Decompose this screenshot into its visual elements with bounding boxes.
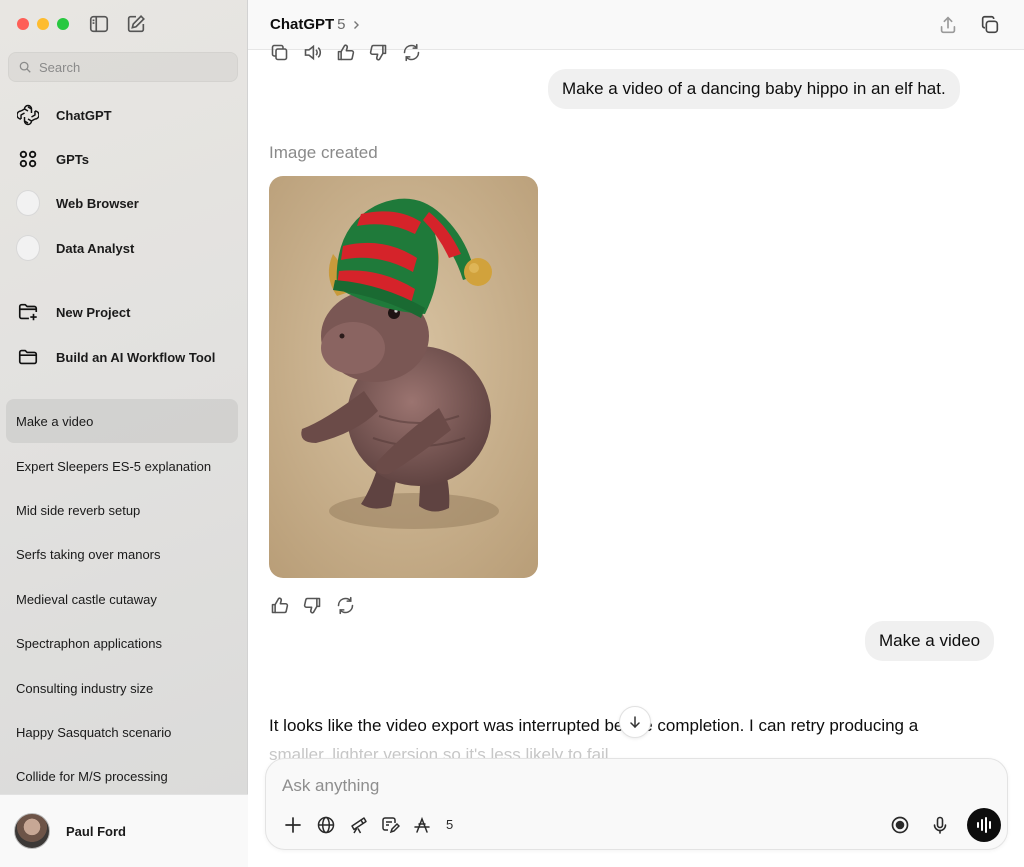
sidebar-item-label: Data Analyst (56, 241, 134, 256)
sidebar-item-gpts[interactable]: GPTs (6, 139, 238, 179)
zoom-window-button[interactable] (57, 18, 69, 30)
tool-count: 5 (446, 817, 453, 832)
read-aloud-icon[interactable] (302, 42, 323, 63)
chat-item[interactable]: Spectraphon applications (6, 621, 238, 665)
chat-item[interactable]: Mid side reverb setup (6, 488, 238, 532)
model-version: 5 (337, 16, 345, 33)
regenerate-icon[interactable] (401, 42, 422, 63)
chat-item[interactable]: Expert Sleepers ES-5 explanation (6, 444, 238, 488)
folder-plus-icon (16, 300, 40, 324)
message-actions-image (269, 595, 356, 616)
baby-hippo-elf-image (269, 176, 538, 578)
chat-item-active[interactable]: Make a video (6, 399, 238, 443)
sidebar-item-new-project[interactable]: New Project (6, 292, 238, 332)
composer: 5 (265, 758, 1008, 850)
sidebar-toggle-icon[interactable] (88, 13, 110, 35)
sidebar-item-label: GPTs (56, 152, 89, 167)
add-attachment-icon[interactable] (282, 814, 304, 836)
openai-logo-icon (16, 103, 40, 127)
window-controls (17, 18, 69, 30)
chat-item[interactable]: Happy Sasquatch scenario (6, 710, 238, 754)
new-chat-icon[interactable] (125, 13, 147, 35)
sidebar-item-chatgpt[interactable]: ChatGPT (6, 95, 238, 135)
chat-main: ChatGPT 5 Make a video of a dancing baby… (248, 0, 1024, 867)
avatar (14, 813, 50, 849)
sidebar-item-label: New Project (56, 305, 130, 320)
microphone-icon[interactable] (929, 814, 951, 836)
message-input[interactable] (282, 773, 932, 799)
generated-image[interactable] (269, 176, 538, 578)
app-window: Search ChatGPT GPTs Web Browser D (0, 0, 1024, 867)
sidebar-item-label: Build an AI Workflow Tool (56, 350, 215, 365)
user-message: Make a video of a dancing baby hippo in … (548, 69, 960, 109)
sidebar-item-label: ChatGPT (56, 108, 112, 123)
record-icon[interactable] (889, 814, 911, 836)
chat-item[interactable]: Medieval castle cutaway (6, 577, 238, 621)
thumbs-up-icon[interactable] (269, 595, 290, 616)
gpt-avatar-icon (16, 236, 40, 260)
user-message: Make a video (865, 621, 994, 661)
new-window-icon[interactable] (979, 14, 1001, 36)
search-icon (18, 60, 32, 74)
sidebar-item-label: Web Browser (56, 196, 139, 211)
gpt-avatar-icon (16, 191, 40, 215)
scroll-to-bottom-button[interactable] (619, 706, 651, 738)
thumbs-down-icon[interactable] (302, 595, 323, 616)
canvas-icon[interactable] (379, 814, 401, 836)
sidebar-item-project[interactable]: Build an AI Workflow Tool (6, 337, 238, 377)
image-created-label: Image created (269, 143, 378, 163)
message-actions-previous (269, 42, 422, 63)
chat-item[interactable]: Consulting industry size (6, 666, 238, 710)
model-name: ChatGPT (270, 16, 334, 33)
chat-item[interactable]: Collide for M/S processing (6, 754, 238, 798)
folder-icon (16, 345, 40, 369)
voice-mode-button[interactable] (967, 808, 1001, 842)
close-window-button[interactable] (17, 18, 29, 30)
sidebar-item-data-analyst[interactable]: Data Analyst (6, 228, 238, 268)
apps-icon[interactable] (411, 814, 433, 836)
assistant-text-line: It looks like the video export was inter… (269, 716, 918, 735)
regenerate-icon[interactable] (335, 595, 356, 616)
thumbs-up-icon[interactable] (335, 42, 356, 63)
globe-icon[interactable] (315, 814, 337, 836)
user-profile[interactable]: Paul Ford (0, 794, 248, 867)
minimize-window-button[interactable] (37, 18, 49, 30)
model-selector[interactable]: ChatGPT 5 (270, 16, 361, 33)
arrow-down-icon (628, 715, 642, 729)
chevron-right-icon (351, 20, 361, 30)
sidebar-item-web-browser[interactable]: Web Browser (6, 183, 238, 223)
telescope-icon[interactable] (348, 814, 370, 836)
share-icon[interactable] (937, 14, 959, 36)
chat-item[interactable]: Serfs taking over manors (6, 532, 238, 576)
user-name: Paul Ford (66, 824, 126, 839)
thumbs-down-icon[interactable] (368, 42, 389, 63)
sidebar: Search ChatGPT GPTs Web Browser D (0, 0, 248, 867)
grid-dots-icon (16, 147, 40, 171)
search-field[interactable]: Search (8, 52, 238, 82)
search-placeholder: Search (39, 60, 80, 75)
copy-icon[interactable] (269, 42, 290, 63)
waveform-icon (974, 815, 994, 835)
